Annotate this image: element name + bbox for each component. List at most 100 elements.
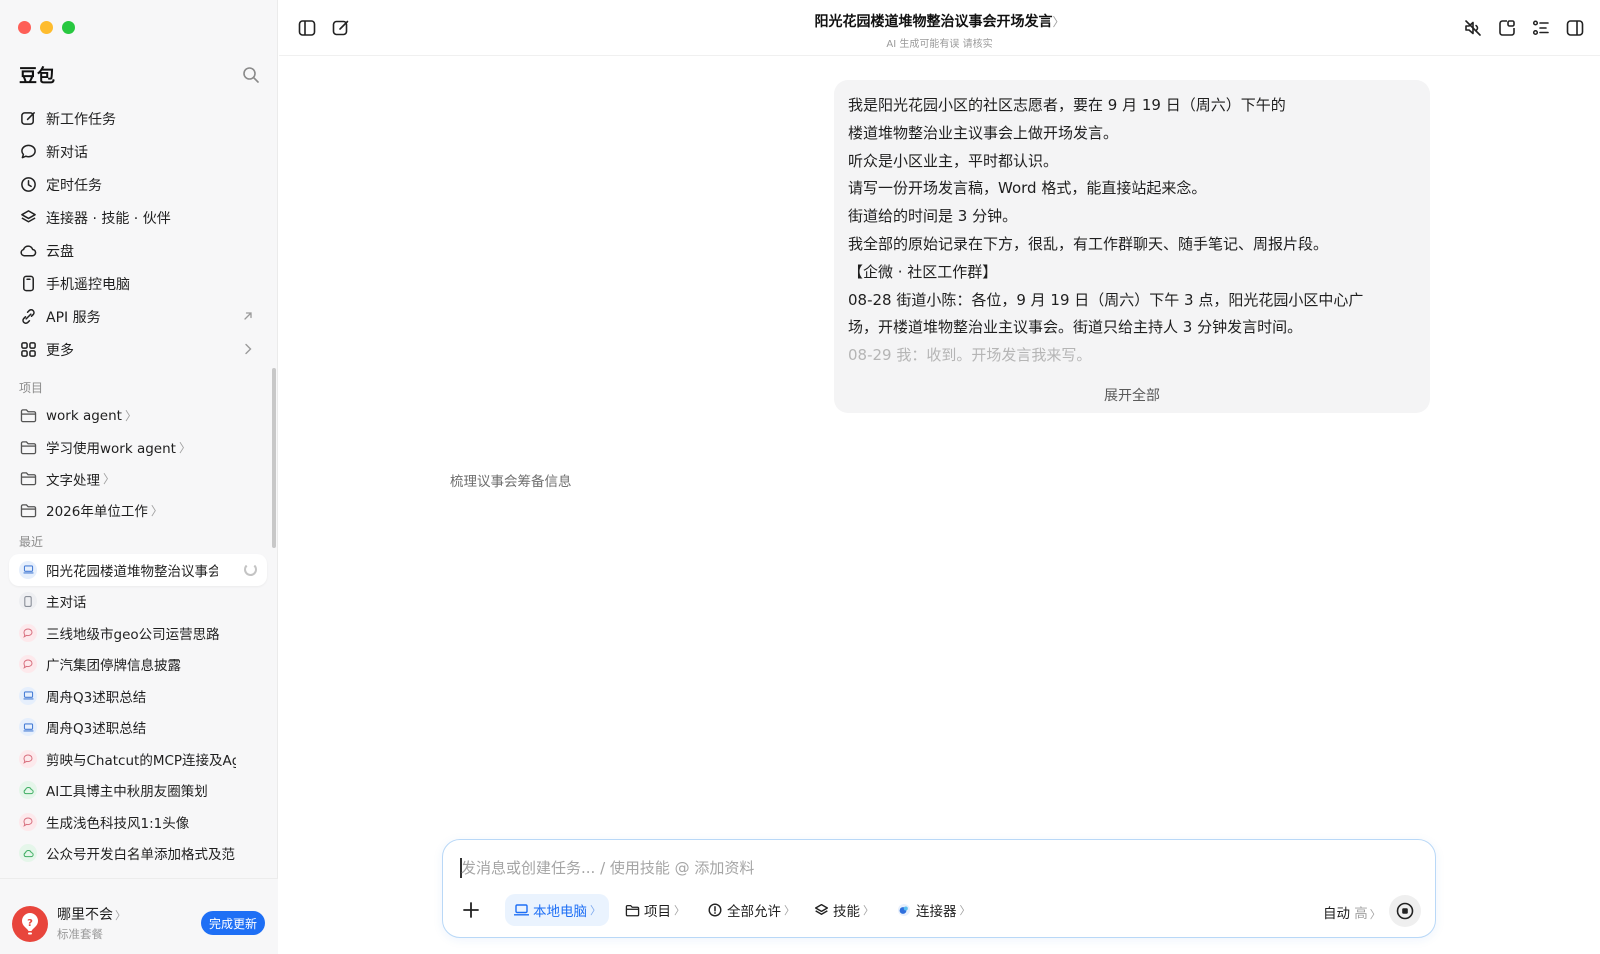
mode-level: 高 bbox=[1354, 906, 1368, 922]
recent-item[interactable]: 周舟Q3述职总结 bbox=[9, 712, 267, 744]
project-label: 文字处理 bbox=[46, 472, 100, 489]
window-controls bbox=[18, 21, 75, 34]
project-button[interactable]: 项目〉 bbox=[616, 894, 693, 926]
projects-section-label: 项目 bbox=[19, 381, 44, 395]
recent-item[interactable]: 生成浅色科技风1:1头像 bbox=[9, 806, 267, 838]
loading-spinner-icon bbox=[244, 563, 257, 576]
recent-label: 主对话 bbox=[46, 595, 87, 612]
recent-item-active[interactable]: 阳光花园楼道堆物整治议事会 bbox=[9, 554, 267, 586]
recent-item[interactable]: 主对话 bbox=[9, 586, 267, 618]
chevron-right-icon: 〉 bbox=[1052, 15, 1065, 29]
phone-icon bbox=[19, 275, 37, 293]
message-line: 街道给的时间是 3 分钟。 bbox=[848, 207, 1018, 226]
nav-label: 新工作任务 bbox=[46, 111, 116, 128]
folder-icon bbox=[624, 902, 640, 918]
user-message-bubble: 我是阳光花园小区的社区志愿者，要在 9 月 19 日（周六）下午的 楼道堆物整治… bbox=[834, 80, 1430, 413]
add-icon[interactable] bbox=[459, 898, 483, 922]
conversation-title[interactable]: 阳光花园楼道堆物整治议事会开场发言〉 bbox=[279, 11, 1600, 31]
app-window: 豆包 新工作任务 新对话 定时任务 连接器 · 技能 · 伙伴 云盘 手机遥控电… bbox=[0, 0, 1600, 954]
skills-button[interactable]: 技能〉 bbox=[805, 894, 882, 926]
mode-selector[interactable]: 自动 高〉 bbox=[1323, 902, 1381, 922]
nav-label: 更多 bbox=[46, 342, 74, 359]
alert-circle-icon bbox=[707, 902, 723, 918]
recent-item[interactable]: AI工具博主中秋朋友圈策划 bbox=[9, 775, 267, 807]
project-item[interactable]: 2026年单位工作〉 bbox=[9, 495, 267, 527]
message-line: 请写一份开场发言稿，Word 格式，能直接站起来念。 bbox=[848, 179, 1207, 198]
grid-icon bbox=[19, 341, 37, 359]
recent-section-label: 最近 bbox=[19, 535, 44, 549]
recent-item[interactable]: 剪映与Chatcut的MCP连接及Ag bbox=[9, 743, 267, 775]
message-line: 我是阳光花园小区的社区志愿者，要在 9 月 19 日（周六）下午的 bbox=[848, 96, 1286, 114]
agent-status-text: 梳理议事会筹备信息 bbox=[450, 474, 572, 490]
chat-bubble-icon bbox=[19, 655, 37, 674]
recent-label: 阳光花园楼道堆物整治议事会 bbox=[46, 563, 218, 580]
right-panel-toggle-icon[interactable] bbox=[1565, 18, 1585, 38]
chat-bubble-icon bbox=[19, 812, 37, 831]
message-composer: 发消息或创建任务... / 使用技能 @ 添加资料 本地电脑〉 项目〉 全部允许… bbox=[442, 839, 1436, 938]
conversation-title-text: 阳光花园楼道堆物整治议事会开场发言 bbox=[814, 14, 1053, 30]
message-line: 我全部的原始记录在下方，很乱，有工作群聊天、随手笔记、周报片段。 bbox=[848, 234, 1329, 253]
recent-item[interactable]: 公众号开发白名单添加格式及范 bbox=[9, 838, 267, 870]
recent-label: 生成浅色科技风1:1头像 bbox=[46, 815, 190, 832]
avatar[interactable]: ? bbox=[12, 906, 48, 942]
chevron-right-icon: 〉 bbox=[103, 472, 116, 487]
share-window-icon[interactable] bbox=[1497, 18, 1517, 38]
complete-update-button[interactable]: 完成更新 bbox=[201, 911, 265, 935]
tool-label: 项目 bbox=[644, 904, 671, 920]
project-item[interactable]: 文字处理〉 bbox=[9, 463, 267, 495]
local-computer-button[interactable]: 本地电脑〉 bbox=[505, 894, 609, 926]
cloud-icon bbox=[19, 242, 37, 260]
chat-bubble-icon bbox=[19, 623, 37, 642]
connectors-button[interactable]: 连接器〉 bbox=[888, 894, 979, 926]
allow-all-button[interactable]: 全部允许〉 bbox=[699, 894, 803, 926]
mute-icon[interactable] bbox=[1463, 18, 1483, 38]
user-name[interactable]: 哪里不会〉 bbox=[57, 904, 126, 924]
project-item[interactable]: 学习使用work agent 〉 bbox=[9, 432, 267, 464]
recent-label: 周舟Q3述职总结 bbox=[46, 721, 147, 738]
api-icon bbox=[19, 308, 37, 326]
folder-icon bbox=[19, 438, 37, 456]
search-icon[interactable] bbox=[242, 66, 260, 84]
nav-more[interactable]: 更多 bbox=[9, 333, 267, 366]
mode-label: 自动 bbox=[1323, 906, 1350, 922]
expand-all-button[interactable]: 展开全部 bbox=[834, 385, 1430, 405]
folder-icon bbox=[19, 470, 37, 488]
project-label: 学习使用work agent bbox=[46, 441, 176, 458]
ai-disclaimer: AI 生成可能有误 请核实 bbox=[886, 39, 993, 50]
nav-connectors-skills[interactable]: 连接器 · 技能 · 伙伴 bbox=[9, 201, 267, 234]
layers-icon bbox=[813, 902, 829, 918]
chevron-right-icon: 〉 bbox=[784, 904, 795, 917]
nav-cloud-drive[interactable]: 云盘 bbox=[9, 234, 267, 267]
nav-new-work-task[interactable]: 新工作任务 bbox=[9, 102, 267, 135]
laptop-icon bbox=[513, 902, 529, 918]
nav-label: 手机遥控电脑 bbox=[46, 276, 130, 293]
user-name-text: 哪里不会 bbox=[57, 907, 113, 923]
tool-label: 全部允许 bbox=[727, 904, 781, 920]
edit-icon bbox=[19, 110, 37, 128]
message-line: 【企微 · 社区工作群】 bbox=[848, 262, 998, 281]
nav-scheduled-tasks[interactable]: 定时任务 bbox=[9, 168, 267, 201]
chat-bubble-icon bbox=[19, 749, 37, 768]
nav-new-chat[interactable]: 新对话 bbox=[9, 135, 267, 168]
project-item[interactable]: work agent 〉 bbox=[9, 400, 267, 432]
nav-api-service[interactable]: API 服务 bbox=[9, 300, 267, 333]
task-list-icon[interactable] bbox=[1531, 18, 1551, 38]
stop-button[interactable] bbox=[1389, 895, 1421, 927]
sidebar-scrollbar[interactable] bbox=[272, 368, 276, 548]
tool-label: 连接器 bbox=[916, 904, 957, 920]
recent-item[interactable]: 三线地级市geo公司运营思路 bbox=[9, 617, 267, 649]
nav-phone-remote[interactable]: 手机遥控电脑 bbox=[9, 267, 267, 300]
recent-item[interactable]: 广汽集团停牌信息披露 bbox=[9, 649, 267, 681]
minimize-window-button[interactable] bbox=[40, 21, 53, 34]
cloud-icon bbox=[19, 844, 37, 863]
recent-item[interactable]: 周舟Q3述职总结 bbox=[9, 680, 267, 712]
nav-label: 连接器 · 技能 · 伙伴 bbox=[46, 210, 171, 227]
chat-bubble-icon bbox=[19, 143, 37, 161]
folder-icon bbox=[19, 407, 37, 425]
chevron-right-icon: 〉 bbox=[178, 440, 191, 455]
zoom-window-button[interactable] bbox=[62, 21, 75, 34]
message-input[interactable]: 发消息或创建任务... / 使用技能 @ 添加资料 bbox=[461, 857, 754, 878]
chevron-right-icon: 〉 bbox=[959, 904, 971, 917]
computer-icon bbox=[19, 718, 37, 737]
close-window-button[interactable] bbox=[18, 21, 31, 34]
